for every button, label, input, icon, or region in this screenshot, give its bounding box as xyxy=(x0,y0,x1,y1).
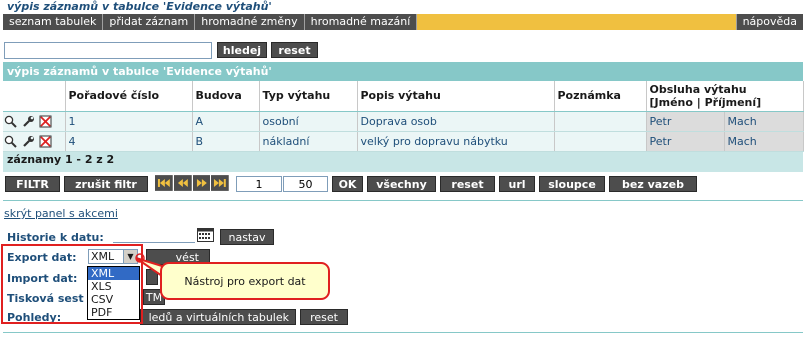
table-title: výpis záznamů v tabulce 'Evidence výtahů… xyxy=(3,62,803,81)
last-page-icon[interactable] xyxy=(211,175,229,191)
table-bottom-band xyxy=(3,168,803,172)
cell-order[interactable]: 4 xyxy=(65,131,193,152)
per-page-input[interactable] xyxy=(283,176,328,192)
export-option-xls[interactable]: XLS xyxy=(88,280,139,293)
header-order[interactable]: Pořadové číslo xyxy=(65,81,193,112)
cell-description: Doprava osob xyxy=(357,111,555,132)
export-option-xml[interactable]: XML xyxy=(88,267,139,280)
header-actions xyxy=(3,81,66,112)
views-button[interactable]: ledů a virtuálních tabulek xyxy=(140,309,296,325)
hide-panel-link[interactable]: skrýt panel s akcemi xyxy=(4,207,118,220)
magnifier-icon[interactable] xyxy=(4,115,17,128)
menu-bulk-edit[interactable]: hromadné změny xyxy=(195,14,305,30)
menu-table-list[interactable]: seznam tabulek xyxy=(3,14,104,30)
cell-first-name[interactable]: Petr xyxy=(646,111,725,132)
header-service-sub: [Jméno | Příjmení] xyxy=(649,95,762,109)
url-button[interactable]: url xyxy=(499,176,535,192)
page-title: výpis záznamů v tabulce 'Evidence výtahů… xyxy=(7,0,272,13)
cell-note xyxy=(554,111,647,132)
columns-button[interactable]: sloupce xyxy=(539,176,605,192)
cell-note xyxy=(554,131,647,152)
tooltip-callout: Nástroj pro export dat xyxy=(160,262,330,300)
cell-first-name[interactable]: Petr xyxy=(646,131,725,152)
row-actions xyxy=(3,131,66,152)
history-label: Historie k datu: xyxy=(7,231,104,244)
header-note[interactable]: Poznámka xyxy=(554,81,647,112)
header-service[interactable]: Obsluha výtahu [Jméno | Příjmení] xyxy=(646,81,804,112)
delete-icon[interactable] xyxy=(39,135,52,148)
ok-button[interactable]: OK xyxy=(332,176,363,192)
header-service-title: Obsluha výtahu xyxy=(649,82,747,96)
filter-button[interactable]: FILTR xyxy=(5,176,60,192)
history-date-input[interactable] xyxy=(113,229,195,243)
pager-reset-button[interactable]: reset xyxy=(440,176,495,192)
cell-building: B xyxy=(192,131,260,152)
records-count: záznamy 1 - 2 z 2 xyxy=(3,151,803,168)
cell-description: velký pro dopravu nábytku xyxy=(357,131,555,152)
clear-filter-button[interactable]: zrušit filtr xyxy=(64,176,148,192)
export-option-pdf[interactable]: PDF xyxy=(88,306,139,319)
divider xyxy=(3,200,803,201)
cell-type: osobní xyxy=(259,111,358,132)
records-table: výpis záznamů v tabulce 'Evidence výtahů… xyxy=(3,62,804,168)
wrench-icon[interactable] xyxy=(22,115,35,128)
export-format-dropdown[interactable]: XML XLS CSV PDF xyxy=(87,266,140,320)
table-row: 4 B nákladní velký pro dopravu nábytku P… xyxy=(3,131,804,152)
all-button[interactable]: všechny xyxy=(367,176,436,192)
magnifier-icon[interactable] xyxy=(4,135,17,148)
cell-last-name[interactable]: Mach xyxy=(724,131,804,152)
table-header-row: Pořadové číslo Budova Typ výtahu Popis v… xyxy=(3,81,804,112)
cell-last-name[interactable]: Mach xyxy=(724,111,804,132)
menu-bulk-delete[interactable]: hromadné mazání xyxy=(304,14,418,30)
header-type[interactable]: Typ výtahu xyxy=(259,81,358,112)
export-option-csv[interactable]: CSV xyxy=(88,293,139,306)
calendar-icon[interactable] xyxy=(197,228,214,242)
top-menu: seznam tabulek přidat záznam hromadné zm… xyxy=(3,14,803,30)
cell-order[interactable]: 1 xyxy=(65,111,193,132)
search-button[interactable]: hledej xyxy=(217,42,267,58)
row-actions xyxy=(3,111,66,132)
set-date-button[interactable]: nastav xyxy=(220,229,274,245)
menu-spacer xyxy=(417,14,735,30)
next-page-icon[interactable] xyxy=(192,175,211,191)
header-building[interactable]: Budova xyxy=(192,81,260,112)
menu-add-record[interactable]: přidat záznam xyxy=(103,14,196,30)
divider-bottom xyxy=(3,332,803,333)
menu-help[interactable]: nápověda xyxy=(735,14,803,30)
pager-nav xyxy=(155,175,229,191)
cell-type: nákladní xyxy=(259,131,358,152)
wrench-icon[interactable] xyxy=(22,135,35,148)
prev-page-icon[interactable] xyxy=(173,175,192,191)
cell-building: A xyxy=(192,111,260,132)
table-row: 1 A osobní Doprava osob Petr Mach xyxy=(3,111,804,132)
page-number-input[interactable] xyxy=(236,176,282,192)
header-description[interactable]: Popis výtahu xyxy=(357,81,555,112)
delete-icon[interactable] xyxy=(39,115,52,128)
no-links-button[interactable]: bez vazeb xyxy=(609,176,697,192)
first-page-icon[interactable] xyxy=(155,175,173,191)
search-input[interactable] xyxy=(4,42,212,59)
search-reset-button[interactable]: reset xyxy=(271,42,318,58)
views-reset-button[interactable]: reset xyxy=(300,309,348,325)
